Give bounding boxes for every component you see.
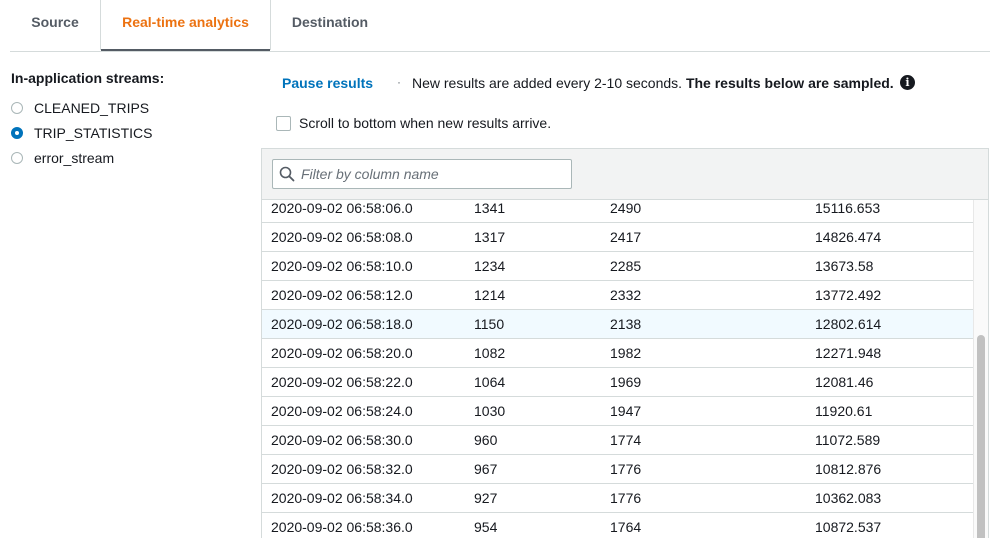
scroll-to-bottom-checkbox[interactable] (276, 116, 291, 131)
filter-box (272, 159, 575, 189)
table-cell: 1064 (474, 374, 506, 390)
table-row[interactable]: 2020-09-02 06:58:32.0 967 1776 10812.876 (262, 455, 973, 484)
table-cell: 11072.589 (815, 432, 881, 448)
table-cell: 12802.614 (815, 316, 882, 332)
table-cell: 11920.61 (815, 403, 873, 419)
table-cell: 2020-09-02 06:58:36.0 (271, 519, 413, 535)
filter-column-input[interactable] (297, 160, 575, 188)
table-cell: 960 (474, 432, 498, 448)
table-cell: 1982 (610, 345, 642, 361)
results-panel-header (262, 149, 988, 200)
table-cell: 12271.948 (815, 345, 882, 361)
stream-label: error_stream (34, 150, 115, 166)
search-icon (279, 166, 295, 182)
table-cell: 2020-09-02 06:58:08.0 (271, 229, 413, 245)
radio-button[interactable] (11, 152, 23, 164)
table-cell: 2020-09-02 06:58:10.0 (271, 258, 413, 274)
table-cell: 2417 (610, 229, 642, 245)
table-row[interactable]: 2020-09-02 06:58:30.0 960 1774 11072.589 (262, 426, 973, 455)
scrollbar-thumb[interactable] (977, 335, 985, 538)
table-cell: 2020-09-02 06:58:12.0 (271, 287, 413, 303)
table-row[interactable]: 2020-09-02 06:58:36.0 954 1764 10872.537 (262, 513, 973, 538)
table-cell: 2490 (610, 200, 642, 216)
stream-option-trip-statistics[interactable]: TRIP_STATISTICS (11, 123, 153, 143)
results-table: 2020-09-02 06:58:06.0 1341 2490 15116.653 20… (262, 200, 973, 538)
table-cell: 2020-09-02 06:58:20.0 (271, 345, 413, 361)
tab-real-time-analytics-label: Real-time analytics (122, 14, 249, 30)
table-cell: 1947 (610, 403, 642, 419)
table-cell: 1150 (474, 316, 505, 332)
table-cell: 2020-09-02 06:58:34.0 (271, 490, 413, 506)
tab-source[interactable]: Source (10, 0, 100, 50)
table-cell: 1969 (610, 374, 642, 390)
results-info-bold: The results below are sampled. (685, 75, 894, 91)
table-cell: 2020-09-02 06:58:30.0 (271, 432, 413, 448)
table-cell: 1341 (474, 200, 506, 216)
table-cell: 2020-09-02 06:58:18.0 (271, 316, 413, 332)
table-row[interactable]: 2020-09-02 06:58:08.0 1317 2417 14826.474 (262, 223, 973, 252)
table-cell: 967 (474, 461, 498, 477)
table-cell: 1776 (610, 490, 642, 506)
radio-button[interactable] (11, 102, 23, 114)
results-scrollbar[interactable] (973, 200, 988, 538)
table-cell: 10872.537 (815, 519, 882, 535)
stream-label: CLEANED_TRIPS (34, 100, 150, 116)
tab-real-time-analytics[interactable]: Real-time analytics (100, 0, 271, 51)
table-cell: 15116.653 (815, 200, 881, 216)
results-info-normal: New results are added every 2-10 seconds… (412, 75, 683, 91)
stream-label: TRIP_STATISTICS (34, 125, 153, 141)
info-icon[interactable]: i (900, 75, 915, 90)
table-cell: 2138 (610, 316, 642, 332)
table-cell: 1317 (474, 229, 506, 245)
table-cell: 2285 (610, 258, 642, 274)
table-cell: 1776 (610, 461, 642, 477)
table-cell: 2020-09-02 06:58:24.0 (271, 403, 413, 419)
table-row[interactable]: 2020-09-02 06:58:20.0 1082 1982 12271.948 (262, 339, 973, 368)
table-cell: 1764 (610, 519, 642, 535)
results-panel: 2020-09-02 06:58:06.01341249015116.65320… (261, 148, 989, 538)
table-cell: 954 (474, 519, 498, 535)
table-row[interactable]: 2020-09-02 06:58:10.0 1234 2285 13673.58 (262, 252, 973, 281)
results-info-text: New results are added every 2-10 seconds… (412, 75, 894, 91)
active-tab-indicator (101, 49, 270, 51)
table-cell: 14826.474 (815, 229, 882, 245)
table-cell: 2332 (610, 287, 642, 303)
table-cell: 1214 (474, 287, 506, 303)
table-row[interactable]: 2020-09-02 06:58:18.0 1150 2138 12802.614 (262, 310, 973, 339)
table-cell: 1030 (474, 403, 506, 419)
table-cell: 10812.876 (815, 461, 882, 477)
table-cell: 12081.46 (815, 374, 874, 390)
table-row[interactable]: 2020-09-02 06:58:12.0 1214 2332 13772.492 (262, 281, 973, 310)
table-cell: 10362.083 (815, 490, 882, 506)
streams-title: In-application streams: (11, 70, 165, 86)
pause-results-link[interactable]: Pause results (282, 75, 373, 91)
analytics-page: Source Real-time analytics Destination I… (0, 0, 1006, 538)
table-cell: 13673.58 (815, 258, 874, 274)
table-cell: 2020-09-02 06:58:32.0 (271, 461, 413, 477)
tab-bar: Source Real-time analytics Destination (10, 0, 990, 52)
table-cell: 1774 (610, 432, 642, 448)
table-cell: 1082 (474, 345, 506, 361)
tab-destination[interactable]: Destination (270, 0, 390, 50)
table-row[interactable]: 2020-09-02 06:58:06.0 1341 2490 15116.653 (262, 200, 973, 223)
stream-option-cleaned-trips[interactable]: CLEANED_TRIPS (11, 98, 149, 118)
table-cell: 927 (474, 490, 498, 506)
table-row[interactable]: 2020-09-02 06:58:34.0 927 1776 10362.083 (262, 484, 973, 513)
scroll-to-bottom-label: Scroll to bottom when new results arrive… (299, 115, 552, 131)
radio-button-selected[interactable] (11, 127, 23, 139)
table-row[interactable]: 2020-09-02 06:58:22.0 1064 1969 12081.46 (262, 368, 973, 397)
stream-option-error-stream[interactable]: error_stream (11, 148, 114, 168)
table-cell: 2020-09-02 06:58:06.0 (271, 200, 413, 216)
table-cell: 2020-09-02 06:58:22.0 (271, 374, 413, 390)
table-cell: 13772.492 (815, 287, 882, 303)
table-cell: 1234 (474, 258, 506, 274)
separator-dot: · (397, 75, 401, 89)
table-row[interactable]: 2020-09-02 06:58:24.0 1030 1947 11920.61 (262, 397, 973, 426)
